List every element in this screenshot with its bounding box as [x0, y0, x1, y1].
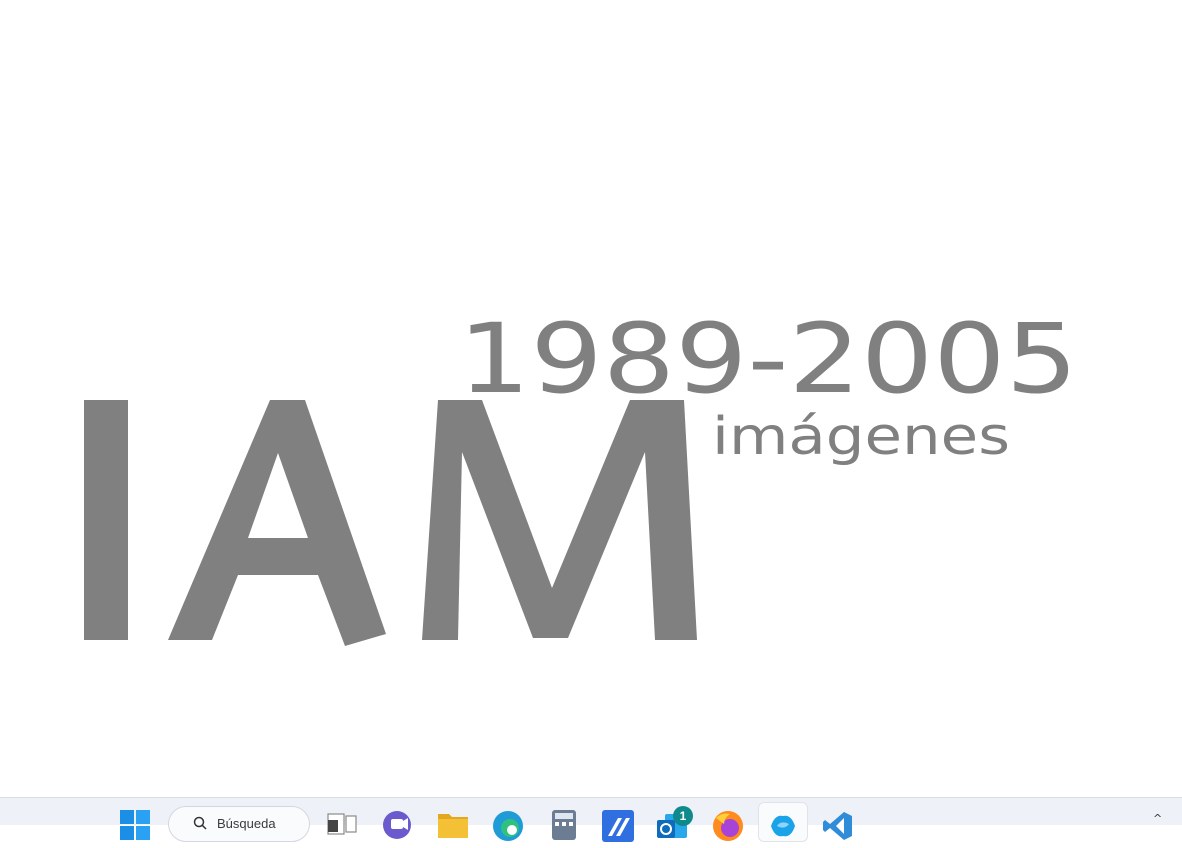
svg-text:1989-2005: 1989-2005: [458, 303, 1078, 415]
kotlin-app-button[interactable]: [602, 810, 634, 842]
copilot-button[interactable]: [767, 810, 799, 842]
vscode-button[interactable]: [822, 810, 854, 842]
file-explorer-icon: [438, 814, 468, 838]
iam-logo-image: 1989-2005 imágenes: [84, 303, 1078, 646]
copilot-icon: [771, 815, 795, 837]
kotlin-app-icon: [602, 810, 634, 842]
calculator-button[interactable]: [548, 810, 580, 842]
vscode-icon: [823, 812, 852, 840]
outlook-unread-badge: 1: [673, 806, 693, 826]
edge-browser-button[interactable]: [492, 810, 524, 842]
calculator-icon: [552, 810, 576, 840]
teams-chat-icon: [383, 811, 411, 839]
windows-start-icon: [120, 810, 150, 840]
task-view-icon: [327, 813, 357, 835]
firefox-icon: [713, 811, 743, 841]
image-viewer: 1989-2005 imágenes: [0, 0, 1182, 797]
task-view-button[interactable]: [326, 810, 358, 842]
search-icon: [193, 816, 207, 830]
file-explorer-button[interactable]: [437, 810, 469, 842]
svg-text:imágenes: imágenes: [712, 407, 1010, 467]
taskbar-search-box[interactable]: Búsqueda: [168, 806, 310, 842]
edge-browser-icon: [493, 811, 523, 841]
firefox-button[interactable]: [712, 810, 744, 842]
start-button[interactable]: [120, 808, 152, 840]
teams-chat-button[interactable]: [382, 810, 414, 842]
system-tray-chevron-icon[interactable]: ^: [1153, 812, 1162, 825]
